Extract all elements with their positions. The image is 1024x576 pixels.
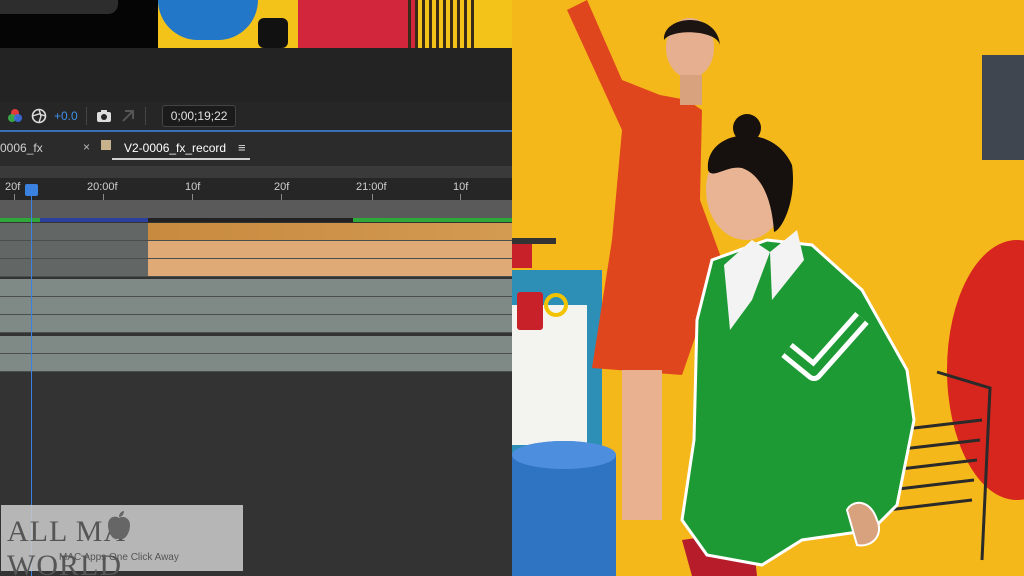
playhead-handle[interactable] [25, 184, 38, 196]
layer-track[interactable] [0, 241, 512, 259]
timeline-tab-bar: 0006_fx × V2-0006_fx_record ≡ [0, 132, 512, 166]
thumbnail-blue-stool [158, 0, 258, 40]
toolbar-divider [85, 107, 87, 125]
apple-logo-icon [108, 511, 130, 540]
layer-track[interactable] [0, 354, 512, 372]
blue-stool [512, 455, 616, 576]
ruler-label: 20f [5, 181, 21, 193]
wall-lamp [982, 55, 1024, 160]
layer-clip[interactable] [148, 259, 512, 276]
thumbnail-red-pants [298, 0, 418, 48]
current-time-field[interactable]: 0;00;19;22 [161, 105, 237, 127]
tab-0006-fx[interactable]: 0006_fx [0, 141, 43, 155]
viewer-preview [0, 0, 512, 48]
layer-clip[interactable] [148, 241, 512, 258]
render-bar-rendered [0, 218, 40, 222]
composition-panel: +0.0 0;00;19;22 0006_fx × V2-0006_fx_rec… [0, 0, 512, 576]
camera-icon[interactable] [95, 107, 113, 125]
ruler-label: 20:00f [87, 181, 118, 193]
red-object [512, 244, 532, 268]
video-frame [512, 0, 1024, 576]
color-channels-icon[interactable] [6, 107, 24, 125]
layer-track[interactable] [0, 315, 512, 333]
tab-v2-0006-fx-record[interactable]: V2-0006_fx_record [124, 141, 226, 155]
layer-track[interactable] [0, 279, 512, 297]
tab-menu-icon[interactable]: ≡ [238, 140, 246, 155]
layer-clip[interactable] [148, 223, 512, 240]
tab-close-icon[interactable]: × [83, 140, 90, 154]
toolbar-divider [144, 107, 146, 125]
render-bar-rendered [353, 218, 512, 222]
watermark-subtitle: MAC Apps One Click Away [59, 552, 179, 563]
ruler-label: 10f [453, 181, 469, 193]
layer-track[interactable] [0, 297, 512, 315]
work-area-bar[interactable] [0, 200, 512, 218]
ruler-label: 10f [185, 181, 201, 193]
thumbnail-chair [408, 0, 478, 48]
layer-track[interactable] [0, 223, 512, 241]
layer-track[interactable] [0, 259, 512, 277]
viewer-band [0, 48, 512, 102]
watermark: ALL MA WORLD MAC Apps One Click Away [1, 505, 243, 576]
active-tab-underline [112, 158, 250, 160]
viewer-frame-thumbnail [158, 0, 512, 48]
time-ruler[interactable]: 20f 20:00f 10f 20f 21:00f 10f [0, 178, 512, 200]
composition-color-swatch [101, 140, 111, 150]
viewer-toolbar: +0.0 0;00;19;22 [0, 102, 512, 130]
hair-bun [733, 114, 761, 142]
navigator-bar[interactable] [0, 166, 512, 178]
red-mug [517, 292, 543, 330]
render-bar-uncached [148, 218, 353, 222]
show-snapshot-icon[interactable] [119, 107, 137, 125]
ruler-label: 20f [274, 181, 290, 193]
thumbnail-shoe [258, 18, 288, 48]
small-table-top [512, 238, 556, 244]
viewer-control-pill[interactable] [0, 0, 118, 14]
exposure-icon[interactable] [30, 107, 48, 125]
exposure-value[interactable]: +0.0 [54, 109, 78, 123]
ruler-label: 21:00f [356, 181, 387, 193]
layer-track[interactable] [0, 336, 512, 354]
legs [622, 370, 662, 520]
